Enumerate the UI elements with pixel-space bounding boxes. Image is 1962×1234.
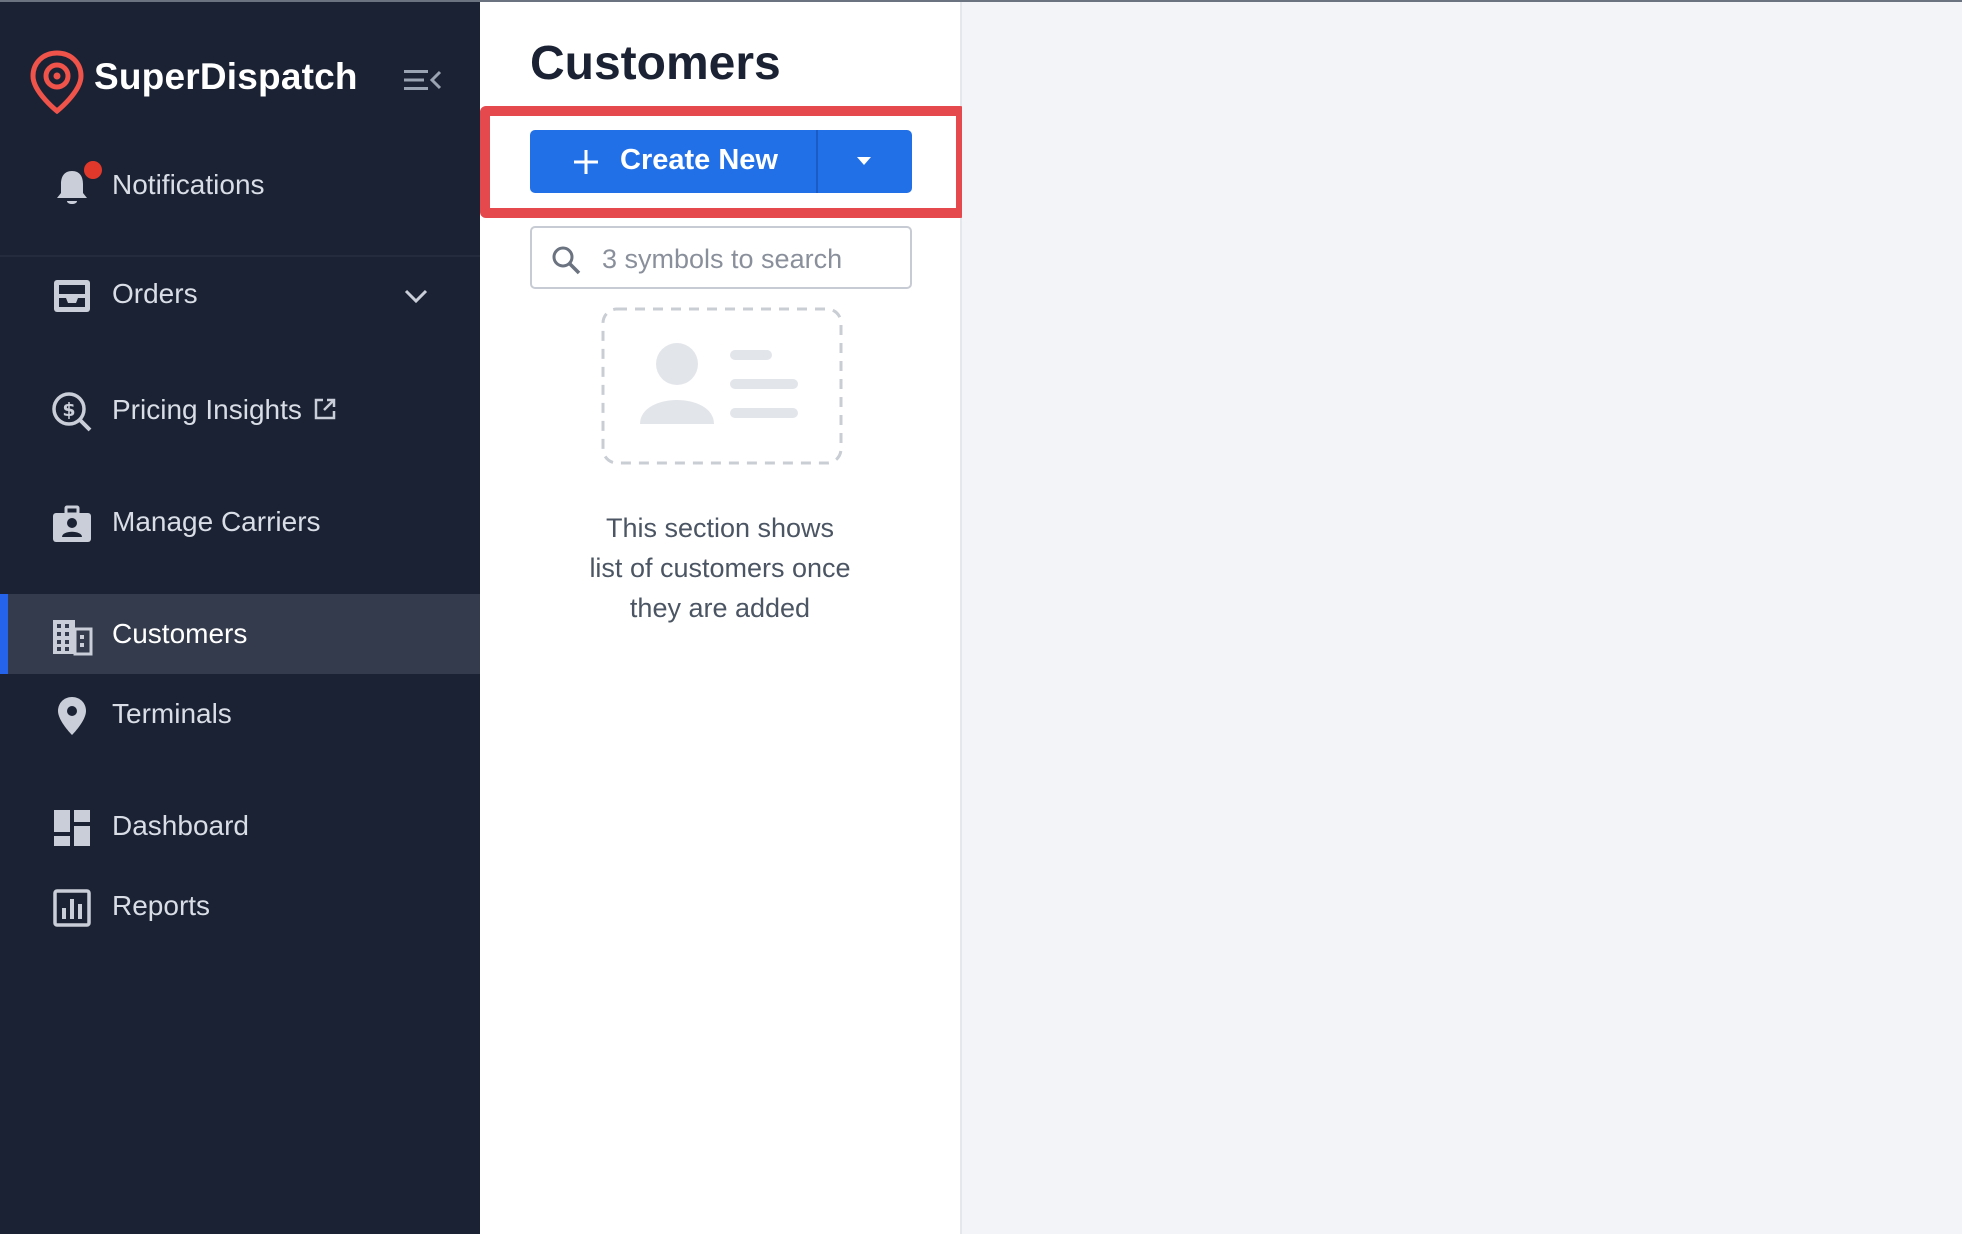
building-icon	[53, 620, 93, 656]
create-new-label: Create New	[620, 144, 778, 176]
notification-badge	[84, 161, 102, 179]
sidebar-item-label: Orders	[112, 278, 198, 309]
sidebar-item-label: Terminals	[112, 698, 232, 729]
pricing-search-icon: $	[52, 392, 92, 432]
search-icon	[552, 246, 581, 275]
create-new-button[interactable]: Create New	[530, 130, 816, 193]
bar-chart-icon	[53, 889, 91, 927]
sidebar-item-pricing-insights[interactable]: $ Pricing Insights	[0, 370, 480, 450]
brand-name: SuperDispatch	[94, 56, 358, 97]
plus-icon	[574, 150, 598, 174]
sidebar-item-label: Manage Carriers	[112, 506, 321, 537]
empty-state-line: This section shows	[605, 513, 835, 543]
sidebar-item-customers[interactable]: Customers	[0, 594, 480, 674]
brand[interactable]: SuperDispatch	[30, 50, 450, 114]
sidebar-item-manage-carriers[interactable]: Manage Carriers	[0, 482, 480, 562]
external-link-icon	[314, 398, 336, 420]
window-top-border	[0, 0, 1962, 2]
sidebar-item-terminals[interactable]: Terminals	[0, 674, 480, 754]
create-new-button-group: Create New	[530, 130, 912, 193]
chevron-down-icon[interactable]	[402, 282, 430, 310]
customers-panel: Customers Create New T	[480, 0, 966, 1234]
create-new-dropdown-button[interactable]	[818, 130, 912, 193]
sidebar-item-reports[interactable]: Reports	[0, 866, 480, 946]
search-input[interactable]	[600, 236, 904, 282]
sidebar-item-notifications[interactable]: Notifications	[0, 145, 480, 225]
location-pin-icon	[58, 697, 86, 735]
empty-customers-illustration	[601, 307, 843, 465]
customer-search	[530, 226, 912, 289]
collapse-sidebar-icon[interactable]	[402, 64, 442, 96]
dashboard-icon	[54, 810, 90, 846]
svg-text:$: $	[62, 399, 75, 421]
sidebar-item-label-with-link: Pricing Insights	[112, 394, 338, 426]
empty-state-message: This section shows list of customers onc…	[520, 508, 920, 628]
sidebar-item-dashboard[interactable]: Dashboard	[0, 786, 480, 866]
sidebar-item-label: Customers	[112, 618, 248, 649]
content-area	[962, 2, 1962, 1234]
sidebar-item-label: Pricing Insights	[112, 394, 302, 425]
empty-state-line: they are added	[629, 593, 811, 623]
briefcase-user-icon	[53, 505, 91, 542]
superdispatch-logo-icon	[30, 50, 84, 114]
inbox-icon	[54, 280, 90, 312]
empty-state-line: list of customers once	[589, 553, 851, 583]
sidebar-item-label: Notifications	[112, 169, 265, 200]
page-title: Customers	[530, 37, 781, 90]
sidebar-item-label: Dashboard	[112, 810, 249, 841]
sidebar-item-label: Reports	[112, 890, 211, 921]
sidebar: SuperDispatch Notifications Orders $ Pri…	[0, 0, 480, 1234]
caret-down-icon	[857, 157, 871, 165]
